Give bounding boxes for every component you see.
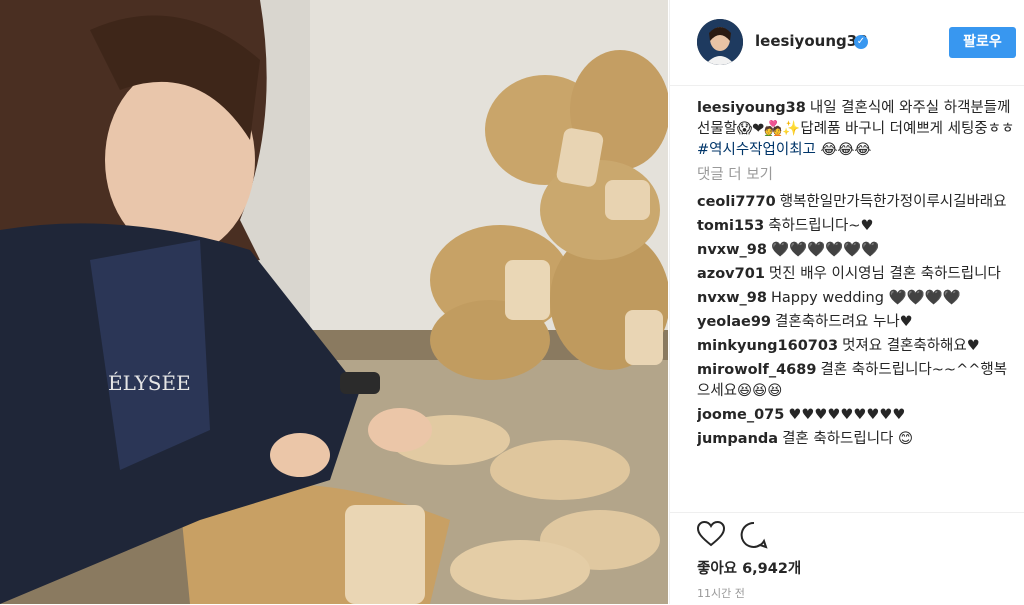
comment-username[interactable]: tomi153: [697, 218, 764, 234]
comment-item: mirowolf_4689 결혼 축하드립니다~~^^행복으세요😆😆😆: [697, 360, 1017, 402]
comment-icon[interactable]: [740, 521, 768, 549]
comment-username[interactable]: nvxw_98: [697, 290, 767, 306]
post-header: leesiyoung38 ✓ 팔로우: [670, 0, 1024, 86]
comment-text: 멋진 배우 이시영님 결혼 축하드립니다: [768, 266, 1001, 282]
comments-section: leesiyoung38 내일 결혼식에 와주실 하객분들께 선물할😱❤💑✨답례품…: [697, 98, 1017, 511]
comment-username[interactable]: minkyung160703: [697, 338, 838, 354]
comment-item: joome_075 ♥♥♥♥♥♥♥♥♥: [697, 405, 1017, 426]
comment-username[interactable]: joome_075: [697, 407, 784, 423]
caption-hashtag[interactable]: #역시수작업이최고: [697, 142, 816, 158]
post-photo[interactable]: ÉLYSÉE: [0, 0, 668, 604]
apron-print: ÉLYSÉE: [108, 371, 191, 395]
comment-text: 🖤🖤🖤🖤🖤🖤: [770, 242, 880, 258]
caption: leesiyoung38 내일 결혼식에 와주실 하객분들께 선물할😱❤💑✨답례품…: [697, 98, 1017, 161]
follow-button[interactable]: 팔로우: [949, 27, 1016, 58]
comment-username[interactable]: jumpanda: [697, 431, 778, 447]
comment-username[interactable]: mirowolf_4689: [697, 362, 816, 378]
heart-icon[interactable]: [697, 521, 725, 547]
username[interactable]: leesiyoung38: [755, 32, 868, 50]
comment-text: Happy wedding 🖤🖤🖤🖤: [770, 290, 961, 306]
avatar-image: [697, 19, 743, 65]
comment-text: 행복한일만가득한가정이루시길바래요: [779, 194, 1007, 210]
comment-item: yeolae99 결혼축하드려요 누나♥: [697, 312, 1017, 333]
comment-username[interactable]: azov701: [697, 266, 765, 282]
post-timestamp[interactable]: 11시간 전: [697, 585, 745, 601]
instagram-post-view: ÉLYSÉE leesiyoung38 ✓ 팔로우 leesiyoung38내: [0, 0, 1024, 604]
comment-item: nvxw_98 Happy wedding 🖤🖤🖤🖤: [697, 288, 1017, 309]
comment-text: 축하드립니다~♥: [768, 218, 874, 234]
comment-username[interactable]: yeolae99: [697, 314, 771, 330]
like-count[interactable]: 좋아요 6,942개: [697, 557, 801, 578]
comment-text: 결혼축하드려요 누나♥: [775, 314, 913, 330]
comment-username[interactable]: ceoli7770: [697, 194, 776, 210]
post-actions: 좋아요 6,942개 11시간 전: [670, 512, 1024, 605]
avatar[interactable]: [697, 19, 743, 65]
caption-username[interactable]: leesiyoung38: [697, 100, 806, 116]
view-more-comments-link[interactable]: 댓글 더 보기: [697, 165, 1017, 186]
comment-item: jumpanda 결혼 축하드립니다 😊: [697, 429, 1017, 450]
caption-emoji: 😂😂😂: [815, 142, 872, 158]
comment-text: 멋져요 결혼축하해요♥: [842, 338, 980, 354]
comment-username[interactable]: nvxw_98: [697, 242, 767, 258]
comment-item: tomi153 축하드립니다~♥: [697, 216, 1017, 237]
post-image: ÉLYSÉE: [0, 0, 668, 604]
comment-item: azov701 멋진 배우 이시영님 결혼 축하드립니다: [697, 264, 1017, 285]
comment-text: ♥♥♥♥♥♥♥♥♥: [788, 407, 906, 423]
verified-badge-icon: ✓: [854, 35, 868, 49]
post-side-panel: leesiyoung38 ✓ 팔로우 leesiyoung38 내일 결혼식에 와…: [669, 0, 1024, 604]
comment-item: ceoli7770 행복한일만가득한가정이루시길바래요: [697, 192, 1017, 213]
comment-item: nvxw_98 🖤🖤🖤🖤🖤🖤: [697, 240, 1017, 261]
comment-text: 결혼 축하드립니다 😊: [782, 431, 914, 447]
comment-item: minkyung160703 멋져요 결혼축하해요♥: [697, 336, 1017, 357]
